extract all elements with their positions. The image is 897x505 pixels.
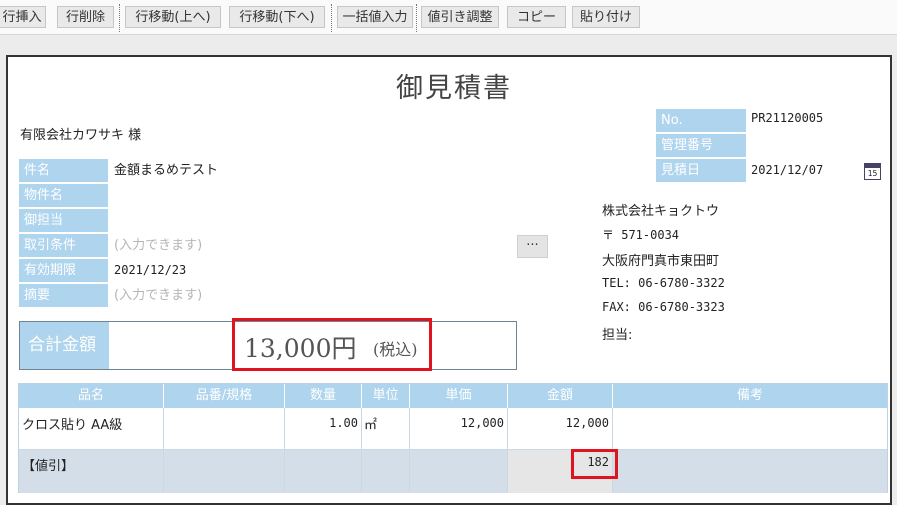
estimate-no-value: PR21120005	[751, 111, 824, 125]
row1-spec[interactable]	[164, 410, 284, 450]
more-options-button[interactable]: ···	[517, 235, 548, 258]
validity-label: 有効期限	[19, 259, 108, 282]
paste-button[interactable]: 貼り付け	[572, 6, 640, 28]
contact-label: 御担当	[19, 209, 108, 232]
terms-field[interactable]: (入力できます)	[114, 234, 202, 257]
company-address: 大阪府門真市東田町	[602, 254, 720, 269]
calendar-icon[interactable]: 15	[864, 163, 881, 180]
company-tel: TEL: 06-6780-3322	[602, 276, 725, 290]
toolbar-divider	[331, 4, 332, 32]
row1-unit-price[interactable]: 12,000	[410, 416, 504, 456]
toolbar-divider	[416, 4, 417, 32]
toolbar: 行挿入 行削除 行移動(上へ) 行移動(下へ) 一括値入力 値引き調整 コピー …	[0, 0, 897, 35]
subject-field[interactable]: 金額まるめテスト	[114, 159, 218, 182]
calendar-day: 15	[867, 169, 878, 178]
row2-item-name[interactable]: 【値引】	[22, 455, 74, 495]
total-highlight-box	[232, 318, 432, 371]
header-amount: 金額	[508, 384, 612, 408]
summary-label: 摘要	[19, 284, 108, 307]
move-row-down-button[interactable]: 行移動(下へ)	[229, 6, 325, 28]
row1-unit[interactable]: ㎡	[364, 414, 377, 454]
company-person: 担当:	[602, 328, 633, 343]
property-label: 物件名	[19, 184, 108, 207]
estimate-no-label: No.	[656, 109, 746, 132]
document-title: 御見積書	[396, 73, 512, 104]
subject-label: 件名	[19, 159, 108, 182]
company-postal: 〒 571-0034	[602, 228, 680, 242]
copy-button[interactable]: コピー	[507, 6, 566, 28]
summary-field[interactable]: (入力できます)	[114, 284, 202, 307]
discount-row-background	[19, 450, 887, 493]
management-no-field[interactable]	[751, 134, 851, 157]
client-name[interactable]: 有限会社カワサキ 様	[20, 124, 141, 143]
row1-quantity[interactable]: 1.00	[285, 416, 358, 456]
header-spec: 品番/規格	[164, 384, 284, 408]
header-item-name: 品名	[19, 384, 163, 408]
contact-field[interactable]	[114, 209, 494, 232]
move-row-up-button[interactable]: 行移動(上へ)	[125, 6, 221, 28]
validity-field[interactable]: 2021/12/23	[114, 259, 186, 282]
delete-row-button[interactable]: 行削除	[57, 6, 114, 28]
company-fax: FAX: 06-6780-3323	[602, 300, 725, 314]
header-unit: 単位	[362, 384, 409, 408]
insert-row-button[interactable]: 行挿入	[0, 6, 46, 28]
total-label: 合計金額	[20, 322, 109, 369]
bulk-input-button[interactable]: 一括値入力	[337, 6, 413, 28]
header-remarks: 備考	[613, 384, 887, 408]
discount-adjust-button[interactable]: 値引き調整	[421, 6, 499, 28]
discount-highlight-box	[571, 449, 618, 479]
company-name: 株式会社キョクトウ	[602, 204, 720, 219]
row1-item-name[interactable]: クロス貼り AA級	[22, 414, 122, 454]
column-divider	[361, 408, 362, 493]
estimate-date-label: 見積日	[656, 159, 746, 182]
management-no-label: 管理番号	[656, 134, 746, 157]
header-quantity: 数量	[285, 384, 361, 408]
row1-remarks[interactable]	[616, 414, 884, 454]
estimate-date-field[interactable]: 2021/12/07	[751, 159, 823, 182]
property-field[interactable]	[114, 184, 494, 207]
header-unit-price: 単価	[410, 384, 507, 408]
toolbar-divider	[119, 4, 120, 32]
terms-label: 取引条件	[19, 234, 108, 257]
